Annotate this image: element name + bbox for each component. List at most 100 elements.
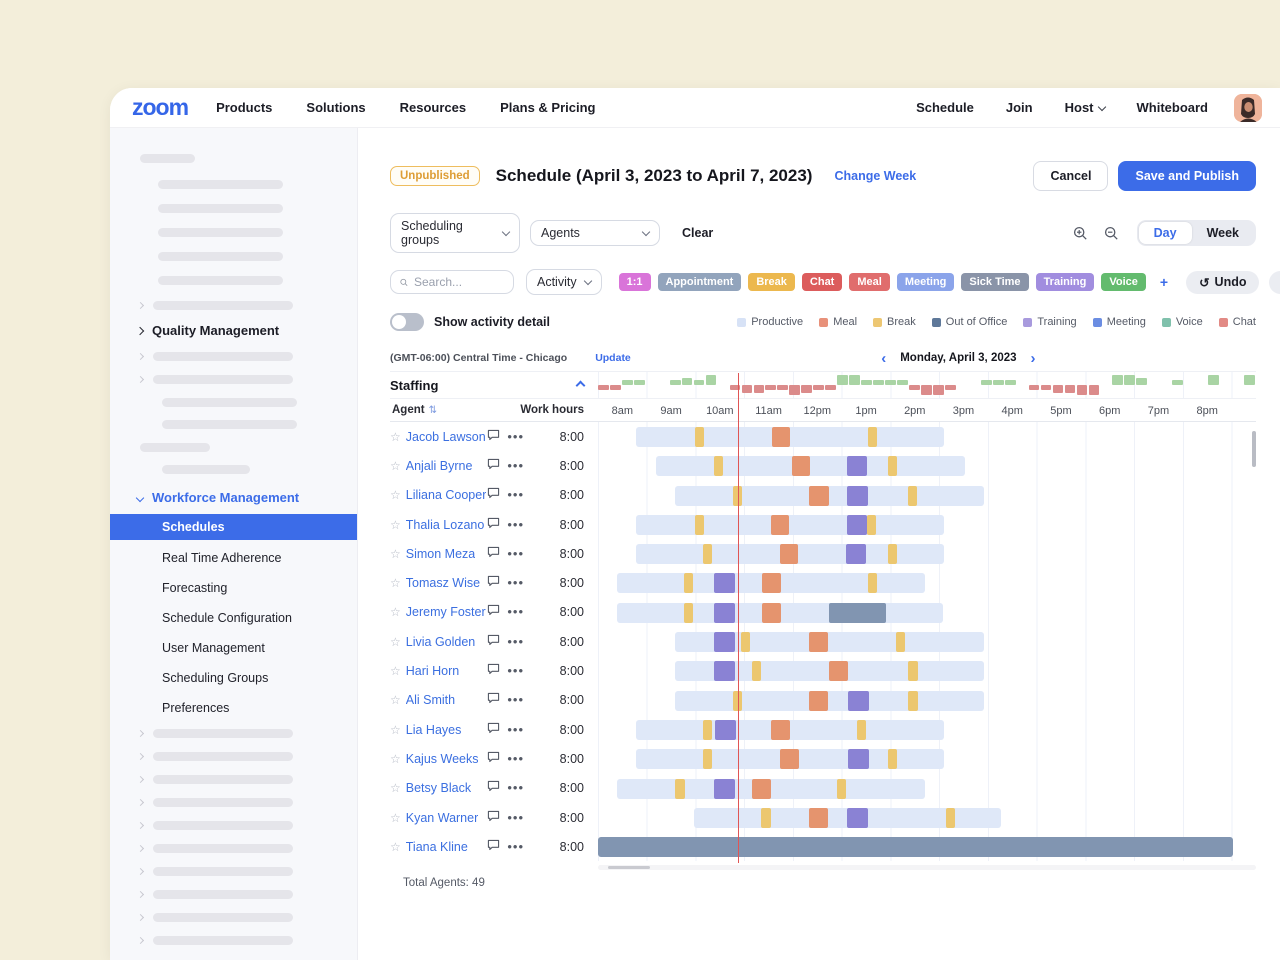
activity-block-meeting[interactable] [714,603,735,623]
nav-link-products[interactable]: Products [216,100,272,115]
star-icon[interactable]: ☆ [390,430,401,444]
more-options-icon[interactable]: ••• [507,432,524,442]
clear-filters-button[interactable]: Clear [682,226,713,240]
activity-chip-training[interactable]: Training [1036,273,1095,291]
agent-name-link[interactable]: Simon Meza [406,547,475,561]
star-icon[interactable]: ☆ [390,840,401,854]
sidebar-item-forecasting[interactable]: Forecasting [110,581,357,595]
activity-block-break[interactable] [867,515,876,535]
activity-block-meal[interactable] [780,544,798,564]
more-options-icon[interactable]: ••• [507,549,524,559]
activity-block-meeting[interactable] [846,544,866,564]
chat-icon[interactable] [487,486,500,504]
activity-block-meeting[interactable] [848,749,869,769]
activity-block-break[interactable] [868,427,877,447]
activity-block-break[interactable] [684,603,693,623]
activity-block-meeting[interactable] [714,632,735,652]
activity-block-meeting[interactable] [714,779,735,799]
more-options-icon[interactable]: ••• [507,637,524,647]
star-icon[interactable]: ☆ [390,605,401,619]
activity-block-break[interactable] [703,749,712,769]
activity-block-meal[interactable] [809,632,828,652]
star-icon[interactable]: ☆ [390,576,401,590]
activity-block-break[interactable] [675,779,685,799]
chat-icon[interactable] [487,516,500,534]
agent-name-link[interactable]: Anjali Byrne [406,459,473,473]
activity-block-meeting[interactable] [847,808,868,828]
activity-block-break[interactable] [908,486,917,506]
activity-block-meal[interactable] [780,749,799,769]
nav-link-host[interactable]: Host [1065,100,1105,115]
more-options-icon[interactable]: ••• [507,461,524,471]
chat-icon[interactable] [487,545,500,563]
show-activity-detail-toggle[interactable] [390,313,424,331]
more-options-icon[interactable]: ••• [507,490,524,500]
star-icon[interactable]: ☆ [390,723,401,737]
activity-block-break[interactable] [703,720,712,740]
activity-select[interactable]: Activity [526,269,602,295]
activity-block-meal[interactable] [771,515,789,535]
scheduling-groups-select[interactable]: Scheduling groups [390,213,520,253]
chat-icon[interactable] [487,633,500,651]
activity-block-break[interactable] [888,749,897,769]
chat-icon[interactable] [487,838,500,856]
chat-icon[interactable] [487,750,500,768]
activity-block-break[interactable] [684,573,693,593]
activity-block-break[interactable] [888,456,897,476]
agents-select[interactable]: Agents [530,220,660,246]
agent-name-link[interactable]: Kyan Warner [406,811,478,825]
activity-block-break[interactable] [908,691,918,711]
next-day-button[interactable]: › [1031,351,1036,366]
shift-bar[interactable] [675,486,984,506]
activity-block-break[interactable] [741,632,750,652]
agent-name-link[interactable]: Tomasz Wise [406,576,480,590]
nav-link-join[interactable]: Join [1006,100,1033,115]
shift-bar[interactable] [636,720,944,740]
activity-chip-1-1[interactable]: 1:1 [619,273,651,291]
activity-block-break[interactable] [868,573,877,593]
chevron-right-icon[interactable] [136,326,144,334]
nav-link-whiteboard[interactable]: Whiteboard [1137,100,1209,115]
activity-block-meal[interactable] [792,456,810,476]
tab-week[interactable]: Week [1192,222,1254,244]
chat-icon[interactable] [487,574,500,592]
sort-icon[interactable]: ⇅ [429,405,437,416]
activity-block-meeting[interactable] [848,691,869,711]
agent-name-link[interactable]: Hari Horn [406,664,460,678]
shift-bar[interactable] [636,427,944,447]
horizontal-scrollbar-thumb[interactable] [608,866,650,869]
sidebar-item-preferences[interactable]: Preferences [110,701,357,715]
more-options-icon[interactable]: ••• [507,754,524,764]
activity-chip-chat[interactable]: Chat [802,273,842,291]
activity-chip-voice[interactable]: Voice [1101,273,1146,291]
nav-link-resources[interactable]: Resources [400,100,466,115]
shift-bar[interactable] [636,515,944,535]
star-icon[interactable]: ☆ [390,752,401,766]
agent-name-link[interactable]: Jacob Lawson [406,430,486,444]
activity-block-meal[interactable] [762,573,781,593]
prev-day-button[interactable]: ‹ [881,351,886,366]
activity-block-meal[interactable] [809,691,828,711]
activity-block-break[interactable] [695,427,704,447]
activity-block-meal[interactable] [809,486,829,506]
collapse-staffing-icon[interactable] [576,380,586,390]
agent-name-link[interactable]: Kajus Weeks [406,752,479,766]
star-icon[interactable]: ☆ [390,635,401,649]
activity-chip-sick-time[interactable]: Sick Time [961,273,1028,291]
activity-block-meal[interactable] [772,427,790,447]
vertical-scrollbar-thumb[interactable] [1252,431,1256,467]
agent-name-link[interactable]: Betsy Black [406,781,471,795]
star-icon[interactable]: ☆ [390,781,401,795]
more-options-icon[interactable]: ••• [507,783,524,793]
chat-icon[interactable] [487,809,500,827]
sidebar-item-quality-management[interactable]: Quality Management [110,323,357,338]
sidebar-item-schedules[interactable]: Schedules [110,514,357,540]
more-options-icon[interactable]: ••• [507,725,524,735]
more-options-icon[interactable]: ••• [507,666,524,676]
star-icon[interactable]: ☆ [390,518,401,532]
chat-icon[interactable] [487,662,500,680]
activity-block-break[interactable] [695,515,704,535]
save-and-publish-button[interactable]: Save and Publish [1118,161,1256,191]
more-options-icon[interactable]: ••• [507,520,524,530]
activity-block-break[interactable] [837,779,846,799]
